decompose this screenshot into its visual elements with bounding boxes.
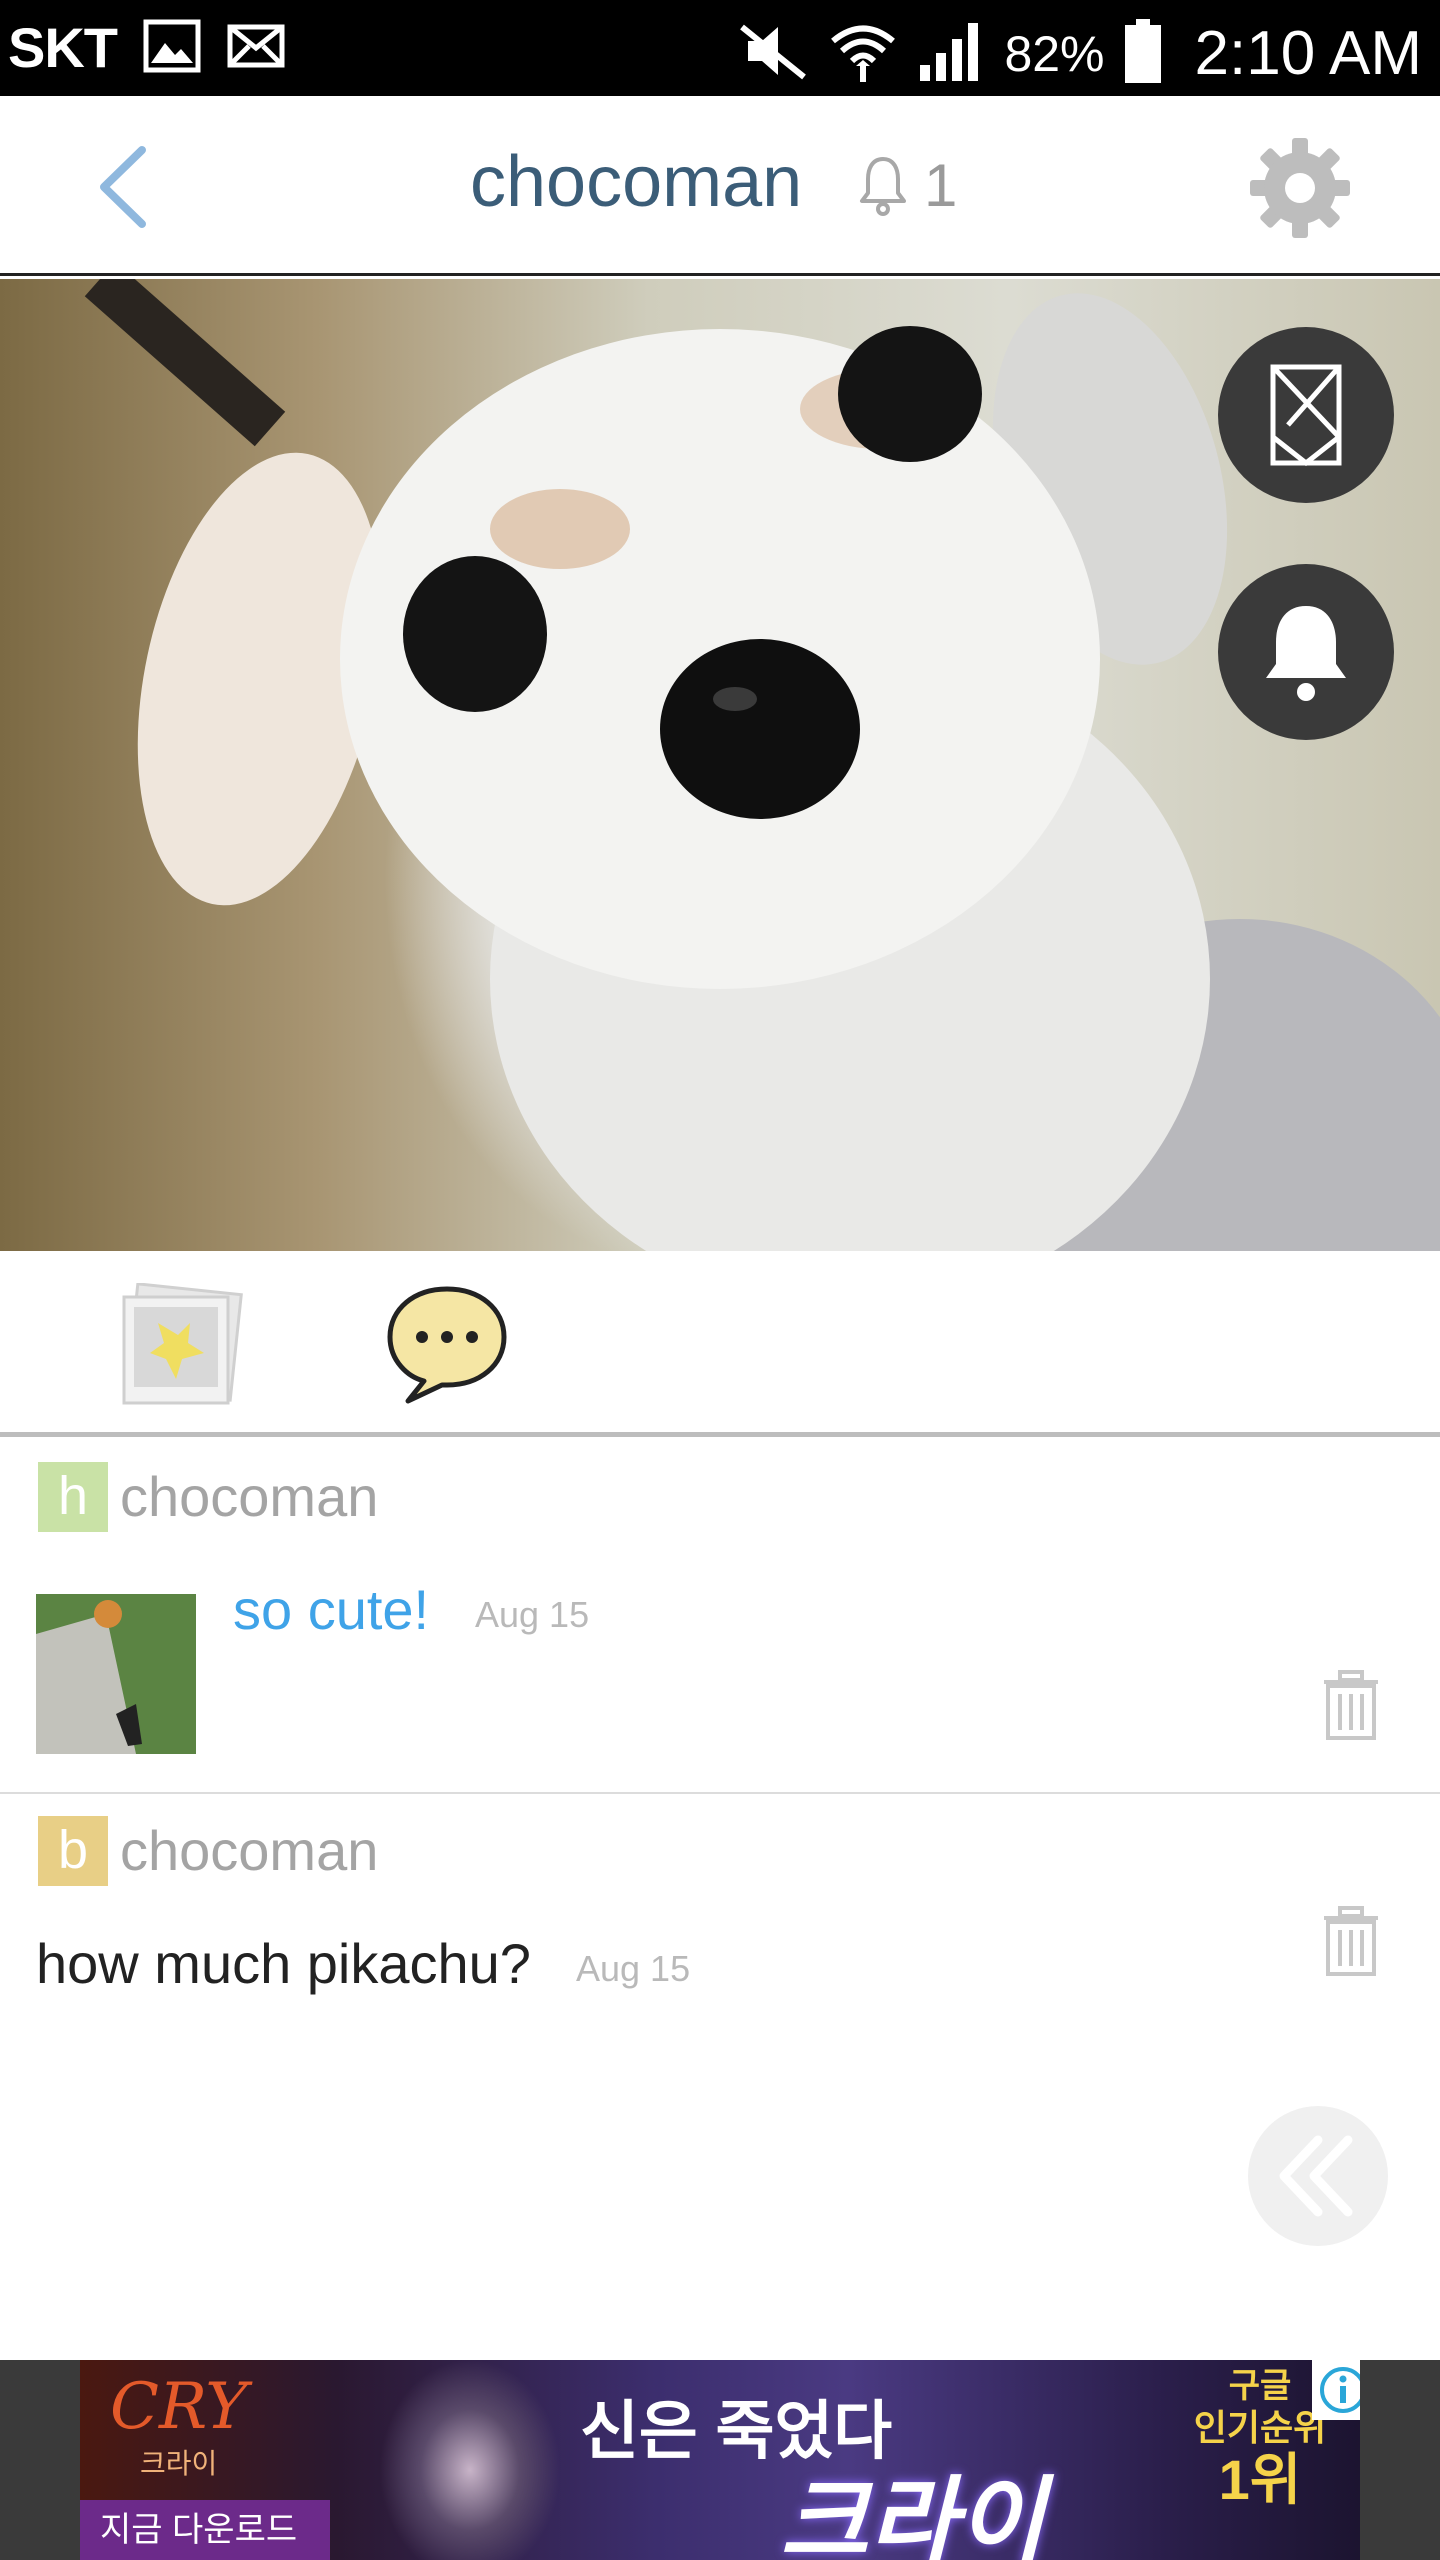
double-chevron-left-icon xyxy=(1279,2135,1353,2217)
avatar: h xyxy=(38,1462,108,1532)
attachment-thumbnail[interactable] xyxy=(36,1594,196,1754)
ad-download-label: 지금 다운로드 xyxy=(80,2500,330,2560)
app-header: chocoman 1 xyxy=(0,96,1440,276)
gallery-notification-icon xyxy=(143,19,201,78)
ad-brand-logo: CRY xyxy=(110,2370,248,2444)
comment-date: Aug 15 xyxy=(576,1948,691,1989)
bell-icon xyxy=(1266,606,1346,701)
ad-container: CRY 크라이 신은 죽었다 크라이 지금 다운로드 구글 인기순위 1위 xyxy=(0,2360,1440,2560)
trash-icon xyxy=(1324,1670,1378,1740)
ad-title: 크라이 xyxy=(780,2469,1045,2560)
share-button[interactable] xyxy=(1218,327,1394,503)
comment-message: how much pikachu? xyxy=(36,1932,531,1995)
wifi-icon xyxy=(828,16,898,91)
delete-comment-button[interactable] xyxy=(1322,1670,1380,1740)
battery-percent: 82% xyxy=(1004,25,1105,82)
mute-icon xyxy=(738,21,808,86)
back-button[interactable] xyxy=(90,142,160,232)
notify-button[interactable] xyxy=(1218,564,1394,740)
username: chocoman xyxy=(120,1819,379,1882)
trash-icon xyxy=(1324,1906,1378,1976)
comment-author[interactable]: b chocoman xyxy=(38,1816,378,1886)
comment-author[interactable]: h chocoman xyxy=(38,1462,378,1532)
avatar: b xyxy=(38,1816,108,1886)
sidewalk-photo-image xyxy=(36,1594,196,1754)
clock: 2:10 AM xyxy=(1194,18,1422,88)
chevron-left-icon xyxy=(100,146,146,228)
carrier-label: SKT xyxy=(8,16,118,79)
scroll-back-button[interactable] xyxy=(1248,2106,1388,2246)
speech-bubble-icon xyxy=(387,1286,507,1404)
comment-date: Aug 15 xyxy=(475,1594,590,1635)
comment-item: b chocoman how much pikachu? Aug 15 xyxy=(0,1796,1440,2076)
username: chocoman xyxy=(120,1465,379,1528)
profile-photo[interactable] xyxy=(0,279,1440,1251)
ad-banner[interactable]: CRY 크라이 신은 죽었다 크라이 지금 다운로드 구글 인기순위 1위 xyxy=(80,2360,1360,2560)
tab-comments[interactable] xyxy=(384,1281,510,1407)
bell-outline-icon xyxy=(860,157,906,216)
battery-icon xyxy=(1124,19,1161,88)
tab-photos[interactable] xyxy=(118,1282,248,1413)
settings-button[interactable] xyxy=(1248,136,1352,240)
ad-character-image xyxy=(330,2360,590,2560)
notification-counter[interactable]: 1 xyxy=(858,146,957,226)
share-icon xyxy=(1270,364,1342,467)
ad-info-button[interactable] xyxy=(1312,2360,1360,2420)
status-bar: SKT 82% 2:10 AM xyxy=(0,0,1440,96)
notification-count: 1 xyxy=(924,152,958,219)
ad-rank-line3: 1위 xyxy=(1218,2448,1302,2511)
photo-stack-icon xyxy=(122,1282,243,1405)
gear-icon xyxy=(1250,138,1350,238)
info-icon xyxy=(1320,2367,1360,2413)
ad-brand-sub: 크라이 xyxy=(140,2448,218,2479)
ad-controls xyxy=(1312,2360,1360,2420)
comment-item: h chocoman so cute! Aug 15 xyxy=(0,1442,1440,1794)
comment-message-link[interactable]: so cute! xyxy=(233,1574,429,1646)
mail-notification-icon xyxy=(227,24,285,73)
signal-icon xyxy=(918,19,984,88)
page-title: chocoman xyxy=(470,142,803,222)
content-tabs xyxy=(0,1251,1440,1437)
delete-comment-button[interactable] xyxy=(1322,1906,1380,1976)
